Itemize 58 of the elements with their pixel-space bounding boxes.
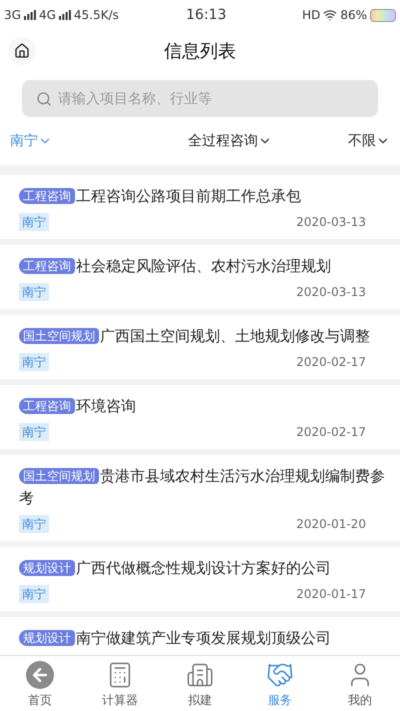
item-title: 规划设计 南宁做建筑产业专项发展规划顶级公司 bbox=[19, 627, 392, 649]
info-card[interactable]: 国土空间规划 广西国土空间规划、土地规划修改与调整 南宁 2020-02-17 bbox=[0, 315, 400, 379]
item-date: 2020-02-17 bbox=[296, 424, 366, 441]
location-tag: 南宁 bbox=[19, 515, 49, 533]
item-date: 2020-01-17 bbox=[296, 586, 366, 603]
item-title: 工程咨询 社会稳定风险评估、农村污水治理规划 bbox=[19, 255, 392, 277]
home-icon bbox=[14, 43, 30, 59]
clock-time: 16:13 bbox=[186, 6, 226, 24]
item-title: 工程咨询 工程咨询公路项目前期工作总承包 bbox=[19, 185, 392, 207]
network-label: 4G bbox=[38, 7, 56, 24]
category-tag: 国土空间规划 bbox=[19, 468, 99, 484]
item-date: 2020-03-13 bbox=[296, 214, 366, 231]
hd-label: HD bbox=[302, 7, 320, 24]
buildings-icon bbox=[186, 660, 214, 688]
battery-percent: 86% bbox=[340, 7, 367, 24]
category-tag: 国土空间规划 bbox=[19, 328, 99, 344]
tab-item[interactable]: 拟建 bbox=[160, 658, 240, 708]
tab-item[interactable]: 服务 bbox=[240, 658, 320, 708]
filter-dropdown[interactable]: 不限 bbox=[348, 130, 390, 152]
info-card[interactable]: 国土空间规划 贵港市县域农村生活污水治理规划编制费参考 南宁 2020-01-20 bbox=[0, 455, 400, 541]
tab-item[interactable]: 计算器 bbox=[80, 658, 160, 708]
location-tag: 南宁 bbox=[19, 585, 49, 603]
network-label: 3G bbox=[4, 7, 21, 24]
item-title: 国土空间规划 贵港市县域农村生活污水治理规划编制费参考 bbox=[19, 466, 386, 509]
item-date: 2020-01-20 bbox=[296, 516, 366, 533]
item-title: 国土空间规划 广西国土空间规划、土地规划修改与调整 bbox=[19, 325, 392, 347]
location-tag: 南宁 bbox=[19, 213, 49, 231]
info-card[interactable]: 规划设计 广西代做概念性规划设计方案好的公司 南宁 2020-01-17 bbox=[0, 547, 400, 611]
item-title: 工程咨询 环境咨询 bbox=[19, 395, 392, 417]
search-field[interactable]: 请输入项目名称、行业等 bbox=[22, 80, 378, 117]
item-title: 规划设计 广西代做概念性规划设计方案好的公司 bbox=[19, 557, 392, 579]
tab-item[interactable]: 我的 bbox=[320, 658, 400, 708]
item-date: 2020-03-13 bbox=[296, 284, 366, 301]
category-tag: 规划设计 bbox=[19, 560, 75, 576]
location-tag: 南宁 bbox=[19, 283, 49, 301]
page-title: 信息列表 bbox=[164, 40, 236, 64]
wifi-icon bbox=[323, 8, 338, 22]
category-tag: 工程咨询 bbox=[19, 188, 75, 204]
location-tag: 南宁 bbox=[19, 423, 49, 441]
category-tag: 规划设计 bbox=[19, 630, 75, 646]
item-date: 2020-02-17 bbox=[296, 354, 366, 371]
location-tag: 南宁 bbox=[19, 353, 49, 371]
category-tag: 工程咨询 bbox=[19, 398, 75, 414]
signal-icon bbox=[58, 10, 71, 20]
category-tag: 工程咨询 bbox=[19, 258, 75, 274]
signal-icon bbox=[24, 10, 36, 20]
info-card[interactable]: 工程咨询 社会稳定风险评估、农村污水治理规划 南宁 2020-03-13 bbox=[0, 245, 400, 309]
tab-item[interactable]: 首页 bbox=[0, 658, 80, 708]
info-card[interactable]: 工程咨询 环境咨询 南宁 2020-02-17 bbox=[0, 385, 400, 449]
info-card[interactable]: 工程咨询 工程咨询公路项目前期工作总承包 南宁 2020-03-13 bbox=[0, 175, 400, 239]
home-button[interactable] bbox=[8, 37, 36, 65]
search-icon bbox=[36, 91, 52, 107]
battery-icon bbox=[370, 8, 396, 22]
network-speed: 45.5K/s bbox=[74, 7, 119, 24]
info-card[interactable]: 规划设计 南宁做建筑产业专项发展规划顶级公司 bbox=[0, 617, 400, 655]
filter-dropdown[interactable]: 南宁 bbox=[10, 130, 52, 152]
filter-dropdown[interactable]: 全过程咨询 bbox=[188, 130, 272, 152]
handshake-icon bbox=[266, 660, 294, 688]
